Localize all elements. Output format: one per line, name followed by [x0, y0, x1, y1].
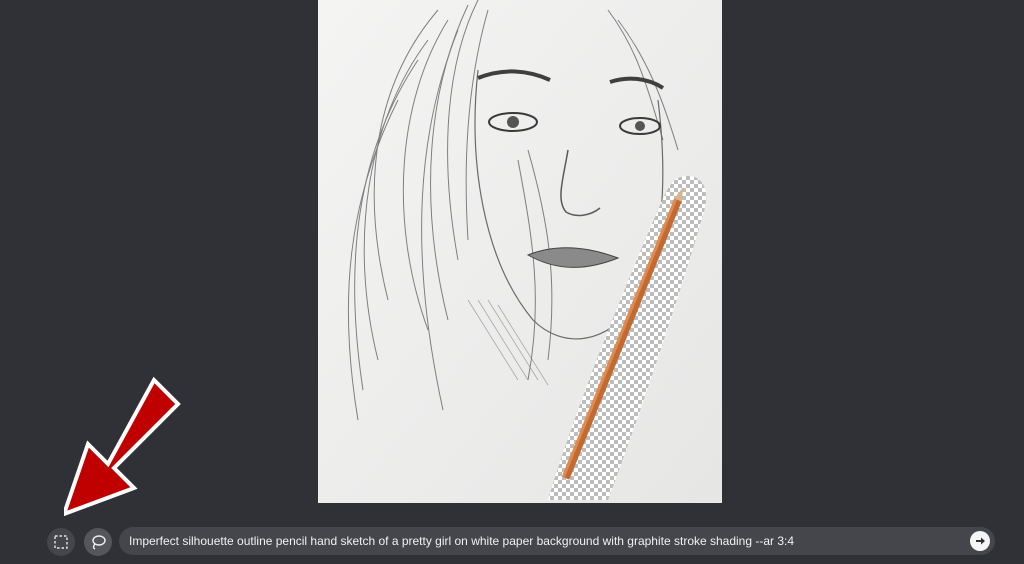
- rectangle-select-icon: [54, 535, 68, 549]
- generated-image[interactable]: [318, 0, 722, 503]
- submit-button[interactable]: [970, 531, 990, 551]
- lasso-icon: [92, 535, 106, 550]
- prompt-toolbar: Imperfect silhouette outline pencil hand…: [0, 520, 1024, 564]
- sketch-illustration: [318, 0, 722, 503]
- arrow-right-icon: [976, 537, 985, 545]
- prompt-flag: ar: [763, 534, 775, 548]
- prompt-text[interactable]: Imperfect silhouette outline pencil hand…: [129, 534, 794, 548]
- editor-stage: Imperfect silhouette outline pencil hand…: [0, 0, 1024, 564]
- rectangle-select-button[interactable]: [47, 528, 75, 556]
- prompt-input[interactable]: Imperfect silhouette outline pencil hand…: [119, 527, 995, 555]
- lasso-select-button[interactable]: [84, 528, 112, 556]
- prompt-ratio: 3:4: [774, 534, 795, 548]
- prompt-main-text: Imperfect silhouette outline pencil hand…: [129, 534, 756, 548]
- annotation-arrow: [64, 376, 181, 516]
